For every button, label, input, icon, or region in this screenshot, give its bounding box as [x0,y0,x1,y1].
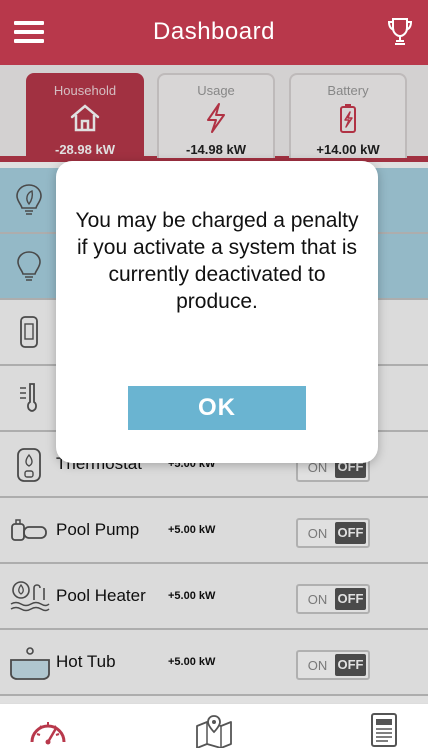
speedometer-icon[interactable] [28,712,68,748]
page-title: Dashboard [153,18,275,45]
document-icon[interactable] [364,712,404,748]
ok-button[interactable]: OK [128,386,306,430]
trophy-icon[interactable] [386,16,414,48]
map-icon[interactable] [194,712,234,748]
penalty-warning-dialog: You may be charged a penalty if you acti… [56,161,378,463]
dialog-message: You may be charged a penalty if you acti… [75,209,359,313]
bottom-nav [0,703,428,754]
app-header: Dashboard [0,0,428,65]
